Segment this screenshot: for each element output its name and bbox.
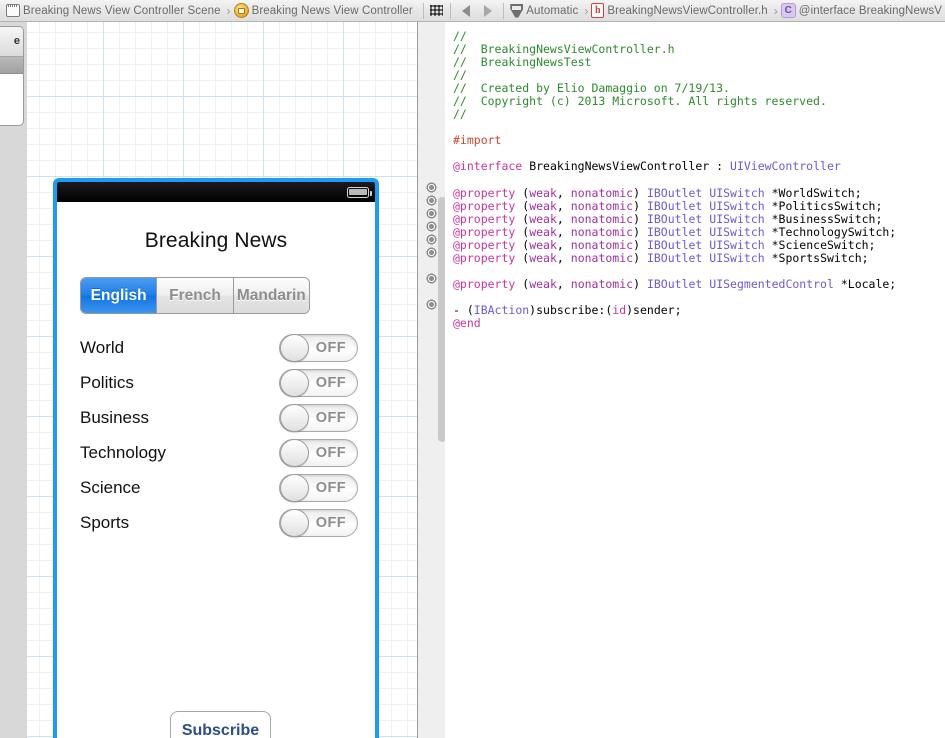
topic-label: Business bbox=[80, 408, 149, 428]
editor-nav-buttons bbox=[458, 5, 496, 17]
topic-row-sports: Sports OFF bbox=[57, 505, 375, 540]
switch-knob bbox=[280, 509, 309, 537]
breadcrumb-item-view-controller[interactable]: Breaking News View Controller bbox=[234, 0, 416, 22]
technology-switch[interactable]: OFF bbox=[279, 439, 358, 467]
switch-knob bbox=[280, 474, 309, 502]
view-body: Breaking News English French Mandarin Wo… bbox=[57, 202, 375, 738]
topic-label: Sports bbox=[80, 513, 129, 533]
source-editor[interactable]: // // BreakingNewsViewController.h // Br… bbox=[445, 22, 945, 738]
topic-label: World bbox=[80, 338, 124, 358]
topic-row-politics: Politics OFF bbox=[57, 365, 375, 400]
topic-row-technology: Technology OFF bbox=[57, 435, 375, 470]
breadcrumb-separator: › bbox=[771, 4, 781, 18]
code-comment-block: // // BreakingNewsViewController.h // Br… bbox=[453, 29, 827, 121]
locale-segmented-control[interactable]: English French Mandarin bbox=[80, 277, 310, 314]
topic-row-business: Business OFF bbox=[57, 400, 375, 435]
segment-french[interactable]: French bbox=[157, 278, 233, 313]
connection-marker-business[interactable] bbox=[426, 208, 437, 219]
politics-switch[interactable]: OFF bbox=[279, 369, 358, 397]
switch-knob bbox=[280, 404, 309, 432]
code-import: #import bbox=[453, 133, 508, 147]
topic-row-science: Science OFF bbox=[57, 470, 375, 505]
breadcrumb-item-automatic[interactable]: Automatic bbox=[510, 0, 581, 22]
popover-fragment-label: e bbox=[0, 27, 23, 57]
breadcrumb-separator: › bbox=[224, 4, 234, 18]
breadcrumb-item-symbol[interactable]: C @interface BreakingNewsV bbox=[781, 0, 945, 22]
switch-state-label: OFF bbox=[316, 480, 346, 496]
xcode-window: Breaking News View Controller Scene › Br… bbox=[0, 0, 945, 738]
jump-bar: Breaking News View Controller Scene › Br… bbox=[0, 0, 945, 22]
scene-icon bbox=[6, 4, 20, 17]
switch-knob bbox=[280, 439, 309, 467]
science-switch[interactable]: OFF bbox=[279, 474, 358, 502]
automatic-icon bbox=[510, 4, 523, 18]
interface-icon: C bbox=[781, 3, 796, 18]
editor-gutter bbox=[417, 22, 445, 738]
connection-marker-world[interactable] bbox=[426, 182, 437, 193]
connection-marker-subscribe-action[interactable] bbox=[426, 299, 437, 310]
connection-marker-locale[interactable] bbox=[426, 273, 437, 284]
switch-knob bbox=[280, 369, 309, 397]
view-controller-preview[interactable]: Breaking News English French Mandarin Wo… bbox=[53, 178, 379, 738]
battery-icon bbox=[347, 187, 369, 198]
assistant-layout-icon[interactable] bbox=[430, 5, 443, 16]
breadcrumb-left: Breaking News View Controller Scene › Br… bbox=[0, 0, 416, 22]
breadcrumb-item-scene[interactable]: Breaking News View Controller Scene bbox=[6, 0, 224, 22]
popover-fragment[interactable]: e bbox=[0, 26, 24, 126]
view-controller-icon bbox=[234, 3, 249, 18]
breadcrumb-item-file[interactable]: h BreakingNewsViewController.h bbox=[591, 0, 770, 22]
segment-english[interactable]: English bbox=[81, 278, 157, 313]
popover-selected-row[interactable] bbox=[0, 57, 23, 74]
switch-state-label: OFF bbox=[316, 375, 346, 391]
subscribe-button[interactable]: Subscribe bbox=[170, 711, 271, 738]
topic-label: Science bbox=[80, 478, 140, 498]
back-arrow-icon[interactable] bbox=[462, 5, 470, 17]
topic-label: Politics bbox=[80, 373, 134, 393]
connection-marker-technology[interactable] bbox=[426, 221, 437, 232]
header-file-icon: h bbox=[591, 3, 604, 18]
breadcrumb-label-scene: Breaking News View Controller Scene bbox=[20, 5, 224, 17]
business-switch[interactable]: OFF bbox=[279, 404, 358, 432]
connection-marker-sports[interactable] bbox=[426, 247, 437, 258]
breadcrumb-separator: › bbox=[581, 4, 591, 18]
switch-state-label: OFF bbox=[316, 515, 346, 531]
breadcrumb-label-symbol: @interface BreakingNewsV bbox=[796, 5, 945, 17]
interface-builder-canvas[interactable]: Breaking News English French Mandarin Wo… bbox=[27, 22, 417, 738]
switch-knob bbox=[280, 334, 309, 362]
switch-state-label: OFF bbox=[316, 445, 346, 461]
connection-marker-science[interactable] bbox=[426, 234, 437, 245]
connection-marker-politics[interactable] bbox=[426, 195, 437, 206]
topic-switch-list: World OFF Politics OFF bbox=[57, 330, 375, 540]
switch-state-label: OFF bbox=[316, 410, 346, 426]
left-panel-stub: e bbox=[0, 22, 27, 738]
forward-arrow-icon[interactable] bbox=[484, 5, 492, 17]
page-title: Breaking News bbox=[57, 229, 375, 253]
sports-switch[interactable]: OFF bbox=[279, 509, 358, 537]
topic-label: Technology bbox=[80, 443, 166, 463]
segment-mandarin[interactable]: Mandarin bbox=[234, 278, 309, 313]
breadcrumb-label-automatic: Automatic bbox=[523, 5, 581, 17]
world-switch[interactable]: OFF bbox=[279, 334, 358, 362]
switch-state-label: OFF bbox=[316, 340, 346, 356]
topic-row-world: World OFF bbox=[57, 330, 375, 365]
breadcrumb-label-file: BreakingNewsViewController.h bbox=[604, 5, 770, 17]
status-bar bbox=[57, 182, 375, 202]
breadcrumb-right: Automatic › h BreakingNewsViewController… bbox=[510, 0, 945, 22]
source-code[interactable]: // // BreakingNewsViewController.h // Br… bbox=[445, 22, 945, 330]
breadcrumb-label-view-controller: Breaking News View Controller bbox=[249, 5, 416, 17]
